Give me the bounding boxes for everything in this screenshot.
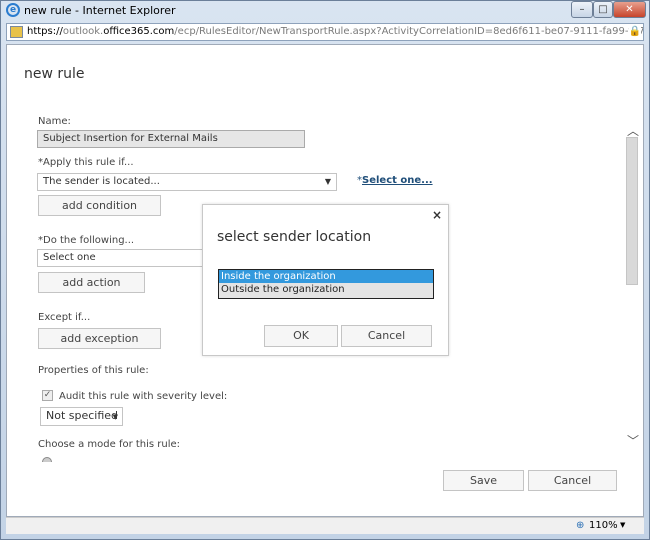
page-title: new rule bbox=[24, 66, 85, 82]
condition-select[interactable]: The sender is located... ▼ bbox=[37, 173, 337, 191]
cancel-button[interactable]: Cancel bbox=[528, 470, 617, 491]
chevron-down-icon: ▼ bbox=[112, 413, 118, 421]
dialog-ok-button[interactable]: OK bbox=[264, 325, 338, 347]
url-subdomain: outlook. bbox=[62, 26, 104, 37]
location-listbox[interactable]: Inside the organization Outside the orga… bbox=[218, 269, 434, 299]
url-path: /ecp/RulesEditor/NewTransportRule.aspx?A… bbox=[174, 26, 643, 37]
mode-radio[interactable] bbox=[42, 457, 52, 462]
zoom-level[interactable]: 110% bbox=[589, 520, 618, 531]
do-label: *Do the following... bbox=[38, 235, 135, 246]
add-exception-button[interactable]: add exception bbox=[38, 328, 161, 349]
apply-label: *Apply this rule if... bbox=[38, 157, 134, 168]
dialog-close-icon[interactable]: × bbox=[432, 208, 442, 222]
mode-label: Choose a mode for this rule: bbox=[38, 439, 181, 450]
add-condition-button[interactable]: add condition bbox=[38, 195, 161, 216]
address-bar[interactable]: https://outlook.office365.com/ecp/RulesE… bbox=[6, 23, 644, 41]
name-label: Name: bbox=[38, 116, 71, 127]
dialog-cancel-button[interactable]: Cancel bbox=[341, 325, 432, 347]
audit-checkbox[interactable]: ✓ bbox=[42, 390, 53, 401]
minimize-button[interactable]: – bbox=[571, 1, 593, 18]
option-inside[interactable]: Inside the organization bbox=[219, 270, 433, 283]
select-sender-location-dialog: × select sender location Inside the orga… bbox=[202, 204, 449, 356]
severity-value: Not specified bbox=[46, 409, 119, 422]
option-outside[interactable]: Outside the organization bbox=[219, 283, 433, 296]
close-window-button[interactable]: ✕ bbox=[613, 1, 646, 18]
window-title: new rule - Internet Explorer bbox=[24, 4, 176, 17]
scroll-down-icon[interactable]: ﹀ bbox=[627, 432, 639, 449]
ie-logo-icon: e bbox=[6, 3, 20, 17]
audit-label: Audit this rule with severity level: bbox=[59, 391, 228, 402]
page-icon bbox=[10, 26, 23, 38]
maximize-button[interactable]: □ bbox=[593, 1, 613, 18]
scrollbar[interactable]: ︿ ﹀ bbox=[624, 120, 640, 452]
status-bar: ⊕ 110% ▼ bbox=[6, 517, 644, 534]
lock-icon: 🔒 bbox=[628, 24, 641, 40]
zoom-icon: ⊕ bbox=[576, 520, 585, 531]
save-button[interactable]: Save bbox=[443, 470, 524, 491]
dialog-title: select sender location bbox=[217, 229, 372, 245]
select-one-link[interactable]: Select one... bbox=[362, 175, 433, 186]
zoom-dropdown-icon[interactable]: ▼ bbox=[620, 521, 625, 529]
url-scheme: https:// bbox=[27, 26, 63, 37]
add-action-button[interactable]: add action bbox=[38, 272, 145, 293]
scrollbar-thumb[interactable] bbox=[626, 137, 638, 285]
severity-select[interactable]: Not specified ▼ bbox=[40, 407, 123, 426]
name-input[interactable]: Subject Insertion for External Mails bbox=[37, 130, 305, 148]
properties-label: Properties of this rule: bbox=[38, 365, 149, 376]
url-domain: office365.com bbox=[103, 26, 175, 37]
except-label: Except if... bbox=[38, 312, 91, 323]
chevron-down-icon: ▼ bbox=[324, 177, 331, 186]
condition-value: The sender is located... bbox=[43, 176, 160, 187]
